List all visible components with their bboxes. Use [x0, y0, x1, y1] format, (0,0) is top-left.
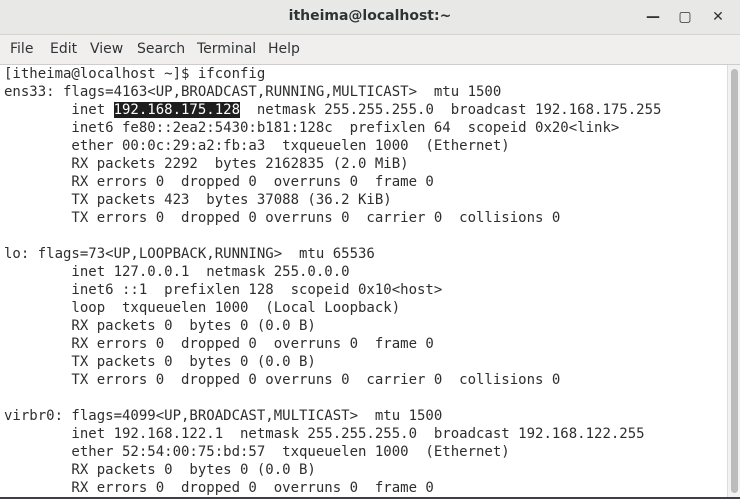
terminal-line: inet 192.168.175.128 netmask 255.255.255… [4, 101, 661, 119]
menu-file[interactable]: File [10, 41, 33, 57]
terminal-output[interactable]: [itheima@localhost ~]$ ifconfig ens33: fl… [0, 65, 736, 499]
menu-view[interactable]: View [90, 41, 123, 57]
terminal-line: RX errors 0 dropped 0 overruns 0 frame 0 [4, 480, 434, 496]
terminal-line: inet 127.0.0.1 netmask 255.0.0.0 [4, 264, 350, 280]
window-title: itheima@localhost:~ [288, 8, 452, 24]
terminal-line: TX packets 423 bytes 37088 (36.2 KiB) [4, 192, 392, 208]
terminal-line: RX packets 0 bytes 0 (0.0 B) [4, 318, 316, 334]
title-bar[interactable]: itheima@localhost:~ — ▢ ✕ [0, 0, 740, 35]
terminal-line: ens33: flags=4163<UP,BROADCAST,RUNNING,M… [4, 84, 502, 100]
terminal-line: [itheima@localhost ~]$ ifconfig [4, 66, 266, 82]
line-text: inet [4, 102, 114, 118]
terminal-line: inet6 ::1 prefixlen 128 scopeid 0x10<hos… [4, 282, 443, 298]
terminal-line: virbr0: flags=4099<UP,BROADCAST,MULTICAS… [4, 408, 443, 424]
vertical-scrollbar[interactable] [727, 65, 740, 499]
terminal-line: TX errors 0 dropped 0 overruns 0 carrier… [4, 372, 561, 388]
line-text: netmask 255.255.255.0 broadcast 192.168.… [240, 102, 662, 118]
terminal-window: itheima@localhost:~ — ▢ ✕ File Edit View… [0, 0, 740, 499]
menu-edit[interactable]: Edit [50, 41, 77, 57]
scrollbar-thumb[interactable] [731, 69, 738, 493]
menu-search[interactable]: Search [137, 41, 185, 57]
terminal-line: loop txqueuelen 1000 (Local Loopback) [4, 300, 401, 316]
terminal-line: TX packets 0 bytes 0 (0.0 B) [4, 354, 316, 370]
menu-terminal[interactable]: Terminal [197, 41, 256, 57]
selected-ip-address[interactable]: 192.168.175.128 [113, 102, 241, 118]
terminal-line: RX packets 0 bytes 0 (0.0 B) [4, 462, 316, 478]
terminal-line: ether 00:0c:29:a2:fb:a3 txqueuelen 1000 … [4, 138, 510, 154]
menu-bar: File Edit View Search Terminal Help [0, 35, 740, 65]
terminal-line: TX errors 0 dropped 0 overruns 0 carrier… [4, 210, 561, 226]
terminal-line: RX packets 2292 bytes 2162835 (2.0 MiB) [4, 156, 409, 172]
terminal-line: inet6 fe80::2ea2:5430:b181:128c prefixle… [4, 120, 620, 136]
close-button[interactable]: ✕ [707, 7, 729, 27]
terminal-line: RX errors 0 dropped 0 overruns 0 frame 0 [4, 174, 434, 190]
terminal-line: ether 52:54:00:75:bd:57 txqueuelen 1000 … [4, 444, 510, 460]
terminal-line: RX errors 0 dropped 0 overruns 0 frame 0 [4, 336, 434, 352]
menu-help[interactable]: Help [268, 41, 300, 57]
terminal-line: lo: flags=73<UP,LOOPBACK,RUNNING> mtu 65… [4, 246, 375, 262]
terminal-line: inet 192.168.122.1 netmask 255.255.255.0… [4, 426, 645, 442]
minimize-button[interactable]: — [642, 7, 664, 27]
maximize-button[interactable]: ▢ [674, 7, 696, 27]
